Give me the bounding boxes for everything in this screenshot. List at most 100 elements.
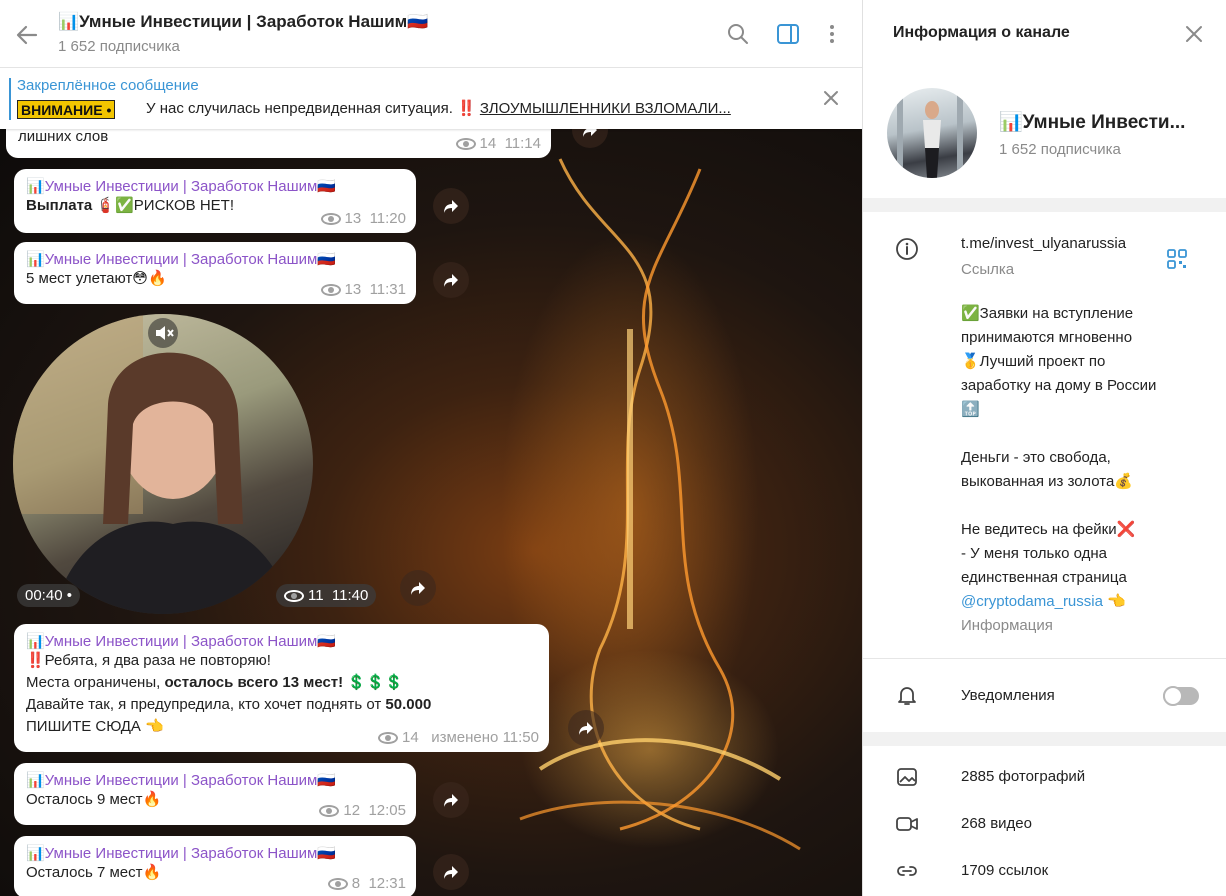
message-line: Давайте так, я предупредила, кто хочет п… bbox=[26, 694, 537, 716]
avatar-photo bbox=[897, 88, 963, 178]
video-message[interactable] bbox=[13, 314, 313, 614]
pinned-badge: ВНИМАНИЕ • bbox=[17, 100, 116, 119]
message-meta: 13 11:31 bbox=[320, 281, 406, 298]
desc-suffix: 👈 bbox=[1102, 593, 1126, 610]
channel-link-label: Ссылка bbox=[961, 261, 1015, 278]
message-author[interactable]: 📊Умные Инвестиции | Заработок Нашим🇷🇺 bbox=[26, 177, 404, 195]
more-menu-icon[interactable] bbox=[820, 22, 844, 46]
back-arrow-icon[interactable] bbox=[14, 22, 40, 48]
panel-title: Информация о канале bbox=[893, 24, 1070, 41]
mute-button[interactable] bbox=[148, 318, 178, 348]
desc-line bbox=[961, 494, 1156, 518]
message-author[interactable]: 📊Умные Инвестиции | Заработок Нашим🇷🇺 bbox=[26, 844, 404, 862]
notifications-toggle[interactable] bbox=[1163, 686, 1199, 706]
pinned-body: У нас случилась непредвиденная ситуация.… bbox=[146, 100, 480, 117]
views-count: 11 bbox=[308, 587, 324, 604]
message-bubble[interactable]: 📊Умные Инвестиции | Заработок Нашим🇷🇺 Вы… bbox=[14, 169, 416, 233]
views-count: 14 bbox=[479, 135, 497, 152]
message-time: 12:31 bbox=[368, 875, 406, 892]
chat-title[interactable]: 📊Умные Инвестиции | Заработок Нашим🇷🇺 bbox=[58, 12, 428, 32]
share-button[interactable] bbox=[433, 262, 469, 298]
pinned-title: Закреплённое сообщение bbox=[17, 77, 199, 94]
desc-line: @cryptodama_russia 👈 bbox=[961, 590, 1156, 614]
share-button[interactable] bbox=[400, 570, 436, 606]
message-bubble[interactable]: 📊Умные Инвестиции | Заработок Нашим🇷🇺 Ос… bbox=[14, 763, 416, 825]
views-count: 12 bbox=[343, 802, 361, 819]
views-count: 13 bbox=[344, 281, 362, 298]
mute-icon bbox=[156, 326, 174, 340]
share-button[interactable] bbox=[433, 188, 469, 224]
channel-avatar[interactable] bbox=[887, 88, 977, 178]
message-author[interactable]: 📊Умные Инвестиции | Заработок Нашим🇷🇺 bbox=[26, 771, 404, 789]
photo-icon bbox=[897, 768, 917, 786]
desc-line: 🥇Лучший проект по bbox=[961, 353, 1106, 370]
views-icon bbox=[455, 138, 476, 151]
views-count: 14 bbox=[402, 729, 419, 746]
chat-header[interactable]: 📊Умные Инвестиции | Заработок Нашим🇷🇺 1 … bbox=[0, 0, 862, 68]
share-button[interactable] bbox=[433, 782, 469, 818]
message-time: 11:40 bbox=[331, 587, 369, 604]
qr-code-icon[interactable] bbox=[1165, 247, 1189, 271]
channel-header-card: Информация о канале 📊Умные Инвести... 1 … bbox=[863, 0, 1226, 198]
desc-line: Не ведитесь на фейки❌ bbox=[961, 521, 1136, 538]
message-bubble[interactable]: 📊Умные Инвестиции | Заработок Нашим🇷🇺 5 … bbox=[14, 242, 416, 304]
message-author[interactable]: 📊Умные Инвестиции | Заработок Нашим🇷🇺 bbox=[26, 632, 537, 650]
desc-line: заработку на дому в России bbox=[961, 377, 1157, 394]
sidebar-toggle-icon[interactable] bbox=[776, 22, 800, 46]
channel-subscribers: 1 652 подписчика bbox=[999, 141, 1121, 158]
close-icon[interactable] bbox=[1185, 25, 1203, 43]
share-icon bbox=[444, 866, 458, 879]
share-button[interactable] bbox=[568, 710, 604, 746]
chat-area: 📊Умные Инвестиции | Заработок Нашим🇷🇺 1 … bbox=[0, 0, 862, 896]
message-line: Места ограничены, осталось всего 13 мест… bbox=[26, 672, 537, 694]
message-author[interactable]: 📊Умные Инвестиции | Заработок Нашим🇷🇺 bbox=[26, 250, 404, 268]
message-bubble[interactable]: 📊Умные Инвестиции | Заработок Нашим🇷🇺 Ос… bbox=[14, 836, 416, 896]
message-time: 12:05 bbox=[368, 802, 406, 819]
views-icon bbox=[319, 805, 340, 818]
desc-line bbox=[961, 422, 1156, 446]
videos-count[interactable]: 268 видео bbox=[961, 815, 1032, 832]
video-icon bbox=[896, 817, 918, 831]
message-bold: Выплата bbox=[26, 197, 93, 214]
message-time: 11:31 bbox=[369, 281, 406, 298]
desc-line: ✅Заявки на вступление bbox=[961, 305, 1134, 322]
desc-line: выкованная из золота💰 bbox=[961, 473, 1133, 490]
desc-mention-link[interactable]: @cryptodama_russia bbox=[961, 593, 1103, 610]
video-meta: 11 11:40 bbox=[276, 584, 377, 607]
notifications-row[interactable]: Уведомления bbox=[863, 658, 1226, 732]
video-frame bbox=[13, 314, 293, 614]
views-icon bbox=[327, 878, 348, 891]
message-bold: 50.000 bbox=[385, 696, 432, 713]
video-duration: 00:40 • bbox=[17, 584, 80, 607]
channel-link[interactable]: t.me/invest_ulyanarussia bbox=[961, 235, 1126, 252]
share-icon bbox=[579, 722, 593, 735]
message-meta: 14 изменено 11:50 bbox=[378, 729, 539, 746]
message-bubble[interactable]: 📊Умные Инвестиции | Заработок Нашим🇷🇺 ‼️… bbox=[14, 624, 549, 752]
bell-icon bbox=[898, 687, 916, 705]
pinned-message-bar[interactable]: Закреплённое сообщение ВНИМАНИЕ • У нас … bbox=[0, 68, 862, 129]
links-count[interactable]: 1709 ссылок bbox=[961, 862, 1048, 879]
views-icon bbox=[320, 213, 341, 226]
message-span: Места ограничены, bbox=[26, 674, 165, 691]
message-meta: 8 12:31 bbox=[327, 875, 406, 892]
message-time: 11:20 bbox=[369, 210, 406, 227]
info-icon bbox=[896, 238, 918, 260]
message-meta: 13 11:20 bbox=[320, 210, 406, 227]
channel-name: 📊Умные Инвести... bbox=[999, 112, 1186, 133]
media-card: 2885 фотографий 268 видео 1709 ссылок bbox=[863, 746, 1226, 896]
desc-line: принимаются мгновенно bbox=[961, 329, 1133, 346]
share-icon bbox=[444, 200, 458, 213]
channel-description: ✅Заявки на вступление принимаются мгнове… bbox=[961, 302, 1156, 638]
message-rest: 🧯✅РИСКОВ НЕТ! bbox=[92, 197, 234, 214]
close-pinned-icon[interactable] bbox=[822, 89, 840, 107]
pinned-accent-bar bbox=[9, 78, 11, 120]
pinned-link[interactable]: ЗЛОУМЫШЛЕННИКИ ВЗЛОМАЛИ... bbox=[480, 100, 731, 117]
message-time: изменено 11:50 bbox=[431, 729, 539, 746]
share-button[interactable] bbox=[433, 854, 469, 890]
message-time: 11:14 bbox=[504, 135, 541, 152]
share-icon bbox=[411, 582, 425, 595]
photos-count[interactable]: 2885 фотографий bbox=[961, 768, 1085, 785]
search-icon[interactable] bbox=[726, 22, 750, 46]
desc-line: 🔝 bbox=[961, 401, 980, 418]
views-icon bbox=[378, 732, 399, 745]
